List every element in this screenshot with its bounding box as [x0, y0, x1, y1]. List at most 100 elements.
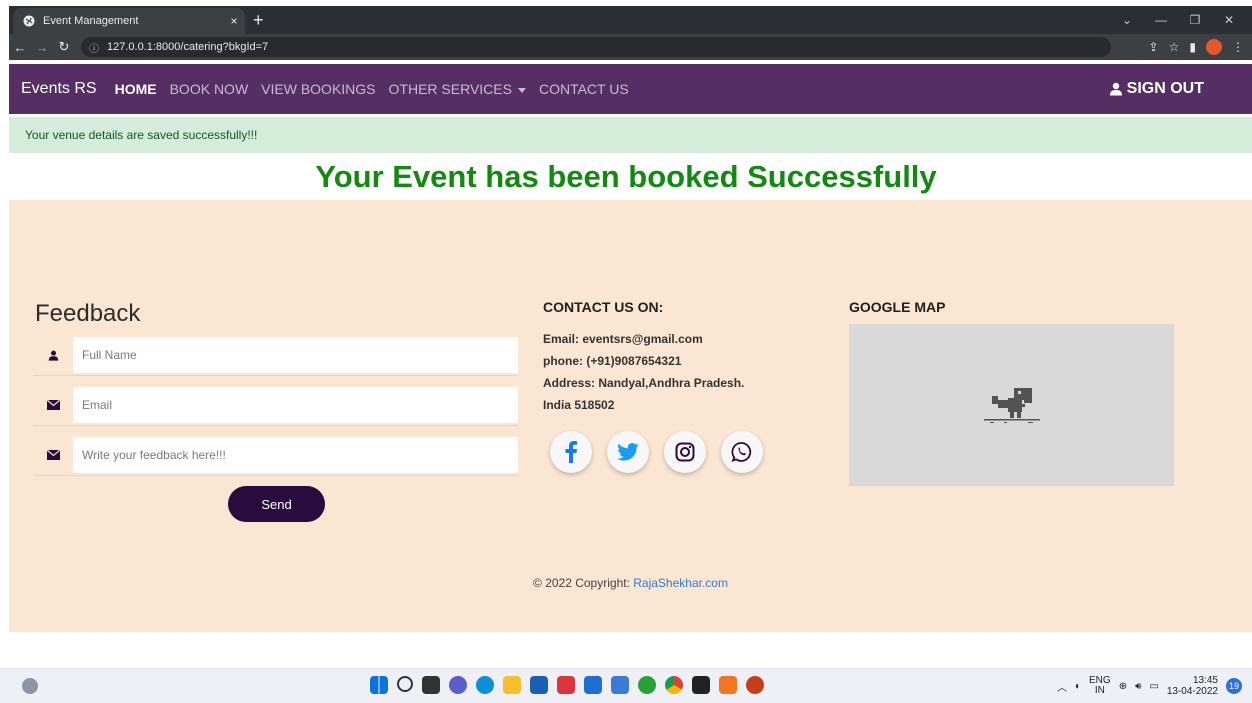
google-map-frame[interactable]	[849, 324, 1174, 486]
copyright-text: © 2022 Copyright:	[533, 576, 634, 590]
tray-chevron-icon[interactable]: ︿	[1057, 679, 1067, 694]
menu-dots-icon[interactable]: ⋮	[1232, 40, 1244, 54]
contact-address: Address: Nandyal,Andhra Pradesh.	[543, 376, 745, 390]
reload-icon[interactable]: ↻	[53, 39, 75, 55]
window-controls: ⌄ — ❐ ✕	[1110, 6, 1246, 34]
notepad-icon[interactable]	[611, 676, 629, 694]
send-button[interactable]: Send	[228, 486, 325, 522]
nav-other-services-label: OTHER SERVICES	[388, 81, 512, 97]
windows-start-icon[interactable]	[370, 676, 388, 694]
full-name-input[interactable]	[73, 337, 518, 373]
sign-out-button[interactable]: SIGN OUT	[1109, 80, 1204, 98]
store-icon[interactable]	[530, 676, 548, 694]
tray-app-icon[interactable]: ◐	[1075, 681, 1081, 692]
back-icon[interactable]: ←	[9, 40, 31, 55]
region-label: IN	[1094, 685, 1105, 696]
envelope-icon	[33, 400, 73, 410]
twitter-icon	[617, 443, 639, 461]
success-alert: Your venue details are saved successfull…	[9, 117, 1252, 153]
search-icon[interactable]	[397, 676, 413, 692]
edge-icon[interactable]	[476, 676, 494, 694]
copyright: © 2022 Copyright: RajaShekhar.com	[9, 576, 1252, 590]
maximize-icon[interactable]: ❐	[1178, 13, 1212, 27]
nav-other-services[interactable]: OTHER SERVICES	[389, 81, 526, 97]
clock-date: 13-04-2022	[1166, 686, 1218, 697]
facebook-icon	[565, 441, 577, 463]
twitter-button[interactable]	[607, 431, 649, 473]
os-taskbar: ︿ ◐ ENG IN ⊕ 🔊︎ ▭ 13:45 13-04-2022 19	[0, 668, 1252, 703]
url-field[interactable]: ⓘ 127.0.0.1:8000/catering?bkgId=7	[81, 37, 1111, 57]
nav-links: HOME BOOK NOW VIEW BOOKINGS OTHER SERVIC…	[115, 81, 629, 97]
notification-badge[interactable]: 19	[1226, 678, 1242, 694]
teams-chat-icon[interactable]	[449, 676, 467, 694]
info-icon[interactable]: ⓘ	[89, 40, 99, 55]
share-icon[interactable]: ⇪	[1149, 40, 1159, 54]
minimize-icon[interactable]: —	[1144, 13, 1178, 27]
profile-avatar[interactable]	[1206, 39, 1222, 55]
feedback-message-input[interactable]	[73, 437, 518, 473]
nav-view-bookings[interactable]: VIEW BOOKINGS	[261, 81, 375, 97]
chrome-icon[interactable]	[665, 676, 683, 694]
sidepanel-icon[interactable]: ▮	[1189, 40, 1196, 54]
volume-icon[interactable]: 🔊︎	[1135, 681, 1141, 692]
toolbar-right: ⇪ ☆ ▮ ⋮	[1149, 34, 1244, 60]
clock-time: 13:45	[1192, 675, 1218, 686]
feedback-row	[33, 435, 518, 476]
contact-email: Email: eventsrs@gmail.com	[543, 332, 703, 346]
bookmark-star-icon[interactable]: ☆	[1169, 40, 1180, 54]
contact-title: CONTACT US ON:	[543, 299, 664, 315]
instagram-icon	[675, 442, 695, 462]
contact-address-line2: India 518502	[543, 398, 615, 412]
globe-icon	[23, 15, 35, 27]
user-icon	[33, 350, 73, 361]
whatsapp-app-icon[interactable]	[638, 676, 656, 694]
file-explorer-icon[interactable]	[503, 676, 521, 694]
language-indicator[interactable]: ENG IN	[1089, 676, 1111, 696]
battery-icon[interactable]: ▭	[1149, 681, 1158, 692]
envelope-icon	[33, 450, 73, 460]
contact-phone: phone: (+91)9087654321	[543, 354, 682, 368]
nav-book-now[interactable]: BOOK NOW	[170, 81, 249, 97]
page-headline: Your Event has been booked Successfully	[315, 159, 937, 194]
taskbar-apps	[370, 676, 764, 694]
nav-home[interactable]: HOME	[115, 81, 157, 97]
mail-icon[interactable]	[584, 676, 602, 694]
brand-logo[interactable]: Events RS	[21, 80, 97, 98]
task-view-icon[interactable]	[422, 676, 440, 694]
user-icon	[1109, 82, 1122, 96]
xampp-icon[interactable]	[719, 676, 737, 694]
url-text: 127.0.0.1:8000/catering?bkgId=7	[107, 41, 269, 53]
sign-out-label: SIGN OUT	[1126, 80, 1204, 97]
tab-search-icon[interactable]: ⌄	[1110, 13, 1144, 27]
map-title: GOOGLE MAP	[849, 299, 946, 315]
browser-tab[interactable]: Event Management ×	[13, 8, 245, 34]
browser-titlebar: Event Management × + ⌄ — ❐ ✕	[9, 6, 1252, 34]
gift-app-icon[interactable]	[557, 676, 575, 694]
email-row	[33, 385, 518, 426]
whatsapp-icon	[731, 442, 752, 462]
site-navbar: Events RS HOME BOOK NOW VIEW BOOKINGS OT…	[9, 64, 1252, 114]
email-input[interactable]	[73, 387, 518, 423]
copyright-link[interactable]: RajaShekhar.com	[633, 576, 728, 590]
facebook-button[interactable]	[550, 431, 592, 473]
terminal-icon[interactable]	[692, 676, 710, 694]
close-window-icon[interactable]: ✕	[1212, 13, 1246, 27]
instagram-button[interactable]	[664, 431, 706, 473]
new-tab-icon[interactable]: +	[253, 10, 264, 31]
system-tray: ︿ ◐ ENG IN ⊕ 🔊︎ ▭ 13:45 13-04-2022 19	[1057, 673, 1242, 699]
nav-contact-us[interactable]: CONTACT US	[539, 81, 629, 97]
network-icon[interactable]: ⊕	[1119, 681, 1127, 692]
offline-dino-icon	[983, 388, 1040, 423]
address-bar: ← → ↻ ⓘ 127.0.0.1:8000/catering?bkgId=7 …	[9, 34, 1252, 60]
widgets-icon[interactable]	[22, 678, 38, 694]
tab-close-icon[interactable]: ×	[223, 14, 245, 28]
whatsapp-button[interactable]	[721, 431, 763, 473]
clock[interactable]: 13:45 13-04-2022	[1167, 675, 1218, 697]
powerpoint-icon[interactable]	[746, 676, 764, 694]
feedback-title: Feedback	[35, 300, 141, 327]
alert-text: Your venue details are saved successfull…	[25, 128, 258, 142]
forward-icon[interactable]: →	[31, 40, 53, 55]
name-row	[33, 335, 518, 376]
footer-section: Feedback Send CONTACT US ON: Email: even…	[9, 200, 1252, 632]
caret-down-icon	[517, 87, 526, 93]
